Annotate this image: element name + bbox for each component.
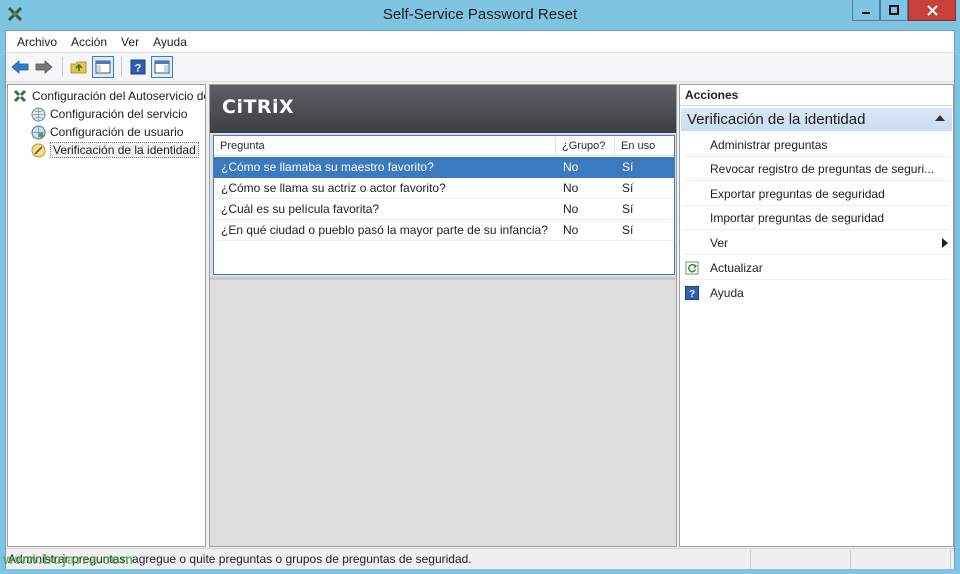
cell-pregunta: ¿Cómo se llama su actriz o actor favorit… (221, 181, 446, 195)
verification-icon (30, 142, 46, 158)
action-revocar-registro[interactable]: Revocar registro de preguntas de seguri.… (684, 157, 950, 181)
cell-grupo: No (563, 160, 579, 174)
action-label: Ver (710, 235, 729, 250)
tree-root-label: Configuración del Autoservicio de (32, 89, 206, 103)
cell-grupo: No (563, 223, 579, 237)
tree-item-configuracion-usuario[interactable]: Configuración de usuario (30, 123, 183, 141)
close-button[interactable] (908, 0, 956, 21)
toolbar: ? (6, 52, 954, 82)
window-title: Self-Service Password Reset (382, 6, 578, 23)
menu-ayuda[interactable]: Ayuda (146, 35, 194, 49)
actions-title: Acciones (680, 85, 953, 106)
tree-item-label: Configuración del servicio (50, 107, 188, 121)
column-header-en-uso[interactable]: En uso (615, 136, 674, 156)
svg-text:?: ? (135, 63, 142, 75)
minimize-button[interactable] (852, 0, 880, 21)
questions-list[interactable]: Pregunta ¿Grupo? En uso ¿Cómo se llamaba… (213, 135, 675, 275)
action-actualizar[interactable]: Actualizar (684, 256, 950, 280)
submenu-arrow-icon (942, 238, 948, 248)
actions-group-header[interactable]: Verificación de la identidad (681, 108, 952, 131)
action-ver[interactable]: Ver (684, 231, 950, 255)
table-row[interactable]: ¿En qué ciudad o pueblo pasó la mayor pa… (214, 220, 674, 241)
action-administrar-preguntas[interactable]: Administrar preguntas (684, 133, 950, 157)
show-hide-action-pane-icon (154, 60, 170, 74)
cell-pregunta: ¿Cómo se llamaba su maestro favorito? (221, 160, 434, 174)
watermark: www.bujarra.com (3, 551, 135, 567)
show-hide-action-pane-button[interactable] (151, 56, 173, 78)
globe-icon (30, 106, 46, 122)
action-label: Administrar preguntas (710, 137, 828, 152)
menu-accion[interactable]: Acción (64, 35, 114, 49)
toolbar-separator (62, 57, 63, 77)
cell-en-uso: Sí (622, 181, 634, 195)
console-tree: Configuración del Autoservicio de Config… (7, 84, 206, 547)
help-icon: ? (684, 285, 700, 301)
cell-grupo: No (563, 181, 579, 195)
cell-en-uso: Sí (622, 223, 634, 237)
up-folder-icon (70, 61, 87, 74)
action-importar-preguntas[interactable]: Importar preguntas de seguridad (684, 206, 950, 230)
action-label: Actualizar (710, 260, 763, 275)
status-cell (851, 549, 951, 569)
table-row[interactable]: ¿Cuál es su película favorita? No Sí (214, 199, 674, 220)
up-level-button[interactable] (68, 56, 90, 78)
results-pane: CiTRiX Pregunta ¿Grupo? En uso ¿Cómo se … (209, 84, 677, 547)
menu-bar: Archivo Acción Ver Ayuda (6, 31, 954, 52)
column-header-grupo[interactable]: ¿Grupo? (556, 136, 615, 156)
pane-splitter[interactable] (210, 277, 676, 280)
menu-archivo[interactable]: Archivo (10, 35, 64, 49)
action-label: Ayuda (710, 286, 744, 300)
action-label: Revocar registro de preguntas de seguri.… (710, 161, 935, 176)
tree-root[interactable]: Configuración del Autoservicio de (12, 87, 206, 105)
table-row[interactable]: ¿Cómo se llama su actriz o actor favorit… (214, 178, 674, 199)
show-hide-console-tree-icon (95, 60, 111, 74)
tools-icon (12, 88, 28, 104)
citrix-banner: CiTRiX (210, 85, 676, 133)
collapse-up-icon[interactable] (935, 115, 945, 121)
citrix-logo: CiTRiX (222, 96, 295, 118)
maximize-icon (889, 5, 899, 15)
tree-item-configuracion-servicio[interactable]: Configuración del servicio (30, 105, 187, 123)
globe-user-icon (30, 124, 46, 140)
action-label: Exportar preguntas de seguridad (710, 186, 885, 201)
action-label: Importar preguntas de seguridad (710, 210, 885, 225)
actions-group-label: Verificación de la identidad (687, 111, 866, 128)
table-row[interactable]: ¿Cómo se llamaba su maestro favorito? No… (214, 157, 674, 178)
forward-arrow-icon (35, 60, 53, 74)
status-cell (751, 549, 851, 569)
close-icon (926, 4, 938, 16)
help-button[interactable]: ? (127, 56, 149, 78)
svg-text:?: ? (689, 289, 695, 300)
maximize-button[interactable] (880, 0, 908, 21)
back-button[interactable] (9, 56, 31, 78)
cell-en-uso: Sí (622, 160, 634, 174)
back-arrow-icon (11, 60, 29, 74)
tree-item-label: Configuración de usuario (50, 125, 184, 139)
cell-pregunta: ¿En qué ciudad o pueblo pasó la mayor pa… (221, 223, 548, 237)
cell-en-uso: Sí (622, 202, 634, 216)
help-icon: ? (130, 59, 146, 75)
action-exportar-preguntas[interactable]: Exportar preguntas de seguridad (684, 182, 950, 206)
toolbar-separator (121, 57, 122, 77)
column-header-pregunta[interactable]: Pregunta (214, 136, 556, 156)
menu-ver[interactable]: Ver (114, 35, 146, 49)
list-header: Pregunta ¿Grupo? En uso (214, 136, 674, 156)
cell-pregunta: ¿Cuál es su película favorita? (221, 202, 380, 216)
show-hide-tree-button[interactable] (92, 56, 114, 78)
minimize-icon (862, 12, 870, 14)
cell-grupo: No (563, 202, 579, 216)
forward-button[interactable] (33, 56, 55, 78)
tree-item-verificacion-identidad[interactable]: Verificación de la identidad (30, 141, 199, 159)
action-ayuda[interactable]: ? Ayuda (684, 281, 950, 305)
refresh-icon (684, 260, 700, 276)
actions-pane: Acciones Verificación de la identidad Ad… (679, 84, 954, 547)
tree-item-label: Verificación de la identidad (50, 142, 199, 158)
status-bar: Administrar preguntas: agregue o quite p… (6, 548, 954, 569)
title-bar[interactable]: Self-Service Password Reset (0, 0, 960, 30)
mmc-window: Archivo Acción Ver Ayuda ? Configuración… (5, 30, 955, 569)
